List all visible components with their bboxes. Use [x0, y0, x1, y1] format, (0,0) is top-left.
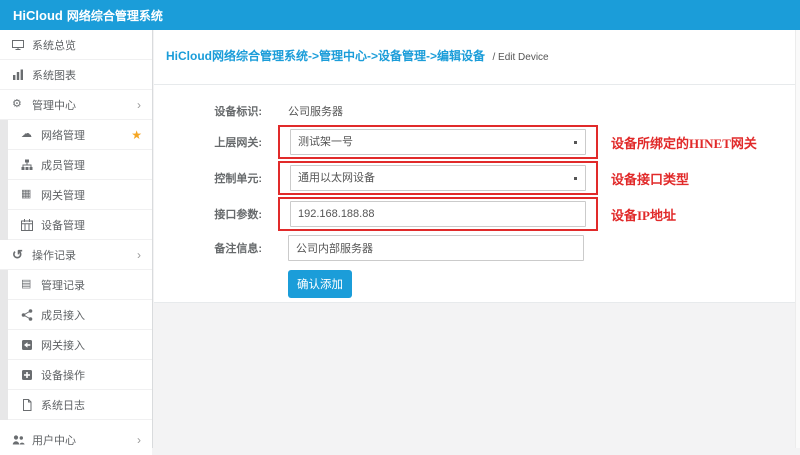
- device-id-label: 设备标识:: [154, 103, 262, 119]
- breadcrumb-suffix: / Edit Device: [492, 52, 548, 63]
- plus-square-icon: [21, 369, 36, 381]
- chevron-right-icon: ›: [137, 249, 141, 261]
- sidebar-item-system-charts[interactable]: 系统图表: [0, 60, 152, 90]
- upper-gateway-label: 上层网关:: [154, 134, 262, 150]
- brand-subtitle: 网络综合管理系统: [67, 9, 163, 23]
- highlight-box-interface-params: [278, 197, 598, 231]
- sidebar-item-label: 网络管理: [41, 127, 85, 143]
- annotation-upper-gateway: 设备所绑定的HINET网关: [611, 133, 757, 152]
- sidebar-item-system-logs[interactable]: 系统日志: [8, 390, 152, 420]
- main-area: HiCloud网络综合管理系统->管理中心->设备管理->编辑设备 / Edit…: [154, 30, 800, 448]
- sidebar-item-label: 网关管理: [41, 187, 85, 203]
- sidebar-nav: 系统总览 系统图表 ⚙ 管理中心 › ☁ 网络管理 ★ 成员管理 ▦ 网关管理: [0, 30, 153, 448]
- chevron-right-icon: ›: [137, 99, 141, 111]
- form-row-upper-gateway: 上层网关: 测试架一号 设备所绑定的HINET网关: [154, 125, 800, 159]
- device-id-value: 公司服务器: [288, 103, 343, 119]
- highlight-box-upper-gateway: 测试架一号: [278, 125, 598, 159]
- gears-icon: ⚙: [12, 99, 27, 110]
- sidebar-item-gateway-management[interactable]: ▦ 网关管理: [8, 180, 152, 210]
- interface-params-label: 接口参数:: [154, 206, 262, 222]
- cloud-icon: ☁: [21, 129, 36, 140]
- sidebar-item-device-operations[interactable]: 设备操作: [8, 360, 152, 390]
- sidebar-item-label: 系统日志: [41, 397, 85, 413]
- sidebar-item-label: 系统总览: [32, 37, 76, 53]
- sidebar-item-management-records[interactable]: ▤ 管理记录: [8, 270, 152, 300]
- form-row-remarks: 备注信息:: [154, 235, 800, 261]
- sidebar-item-label: 设备操作: [41, 367, 85, 383]
- sidebar-item-operation-records[interactable]: ↺ 操作记录 ›: [0, 240, 152, 270]
- control-unit-select[interactable]: 通用以太网设备: [290, 165, 586, 191]
- sidebar-item-member-access[interactable]: 成员接入: [8, 300, 152, 330]
- form-row-interface-params: 接口参数: 设备IP地址: [154, 197, 800, 231]
- star-icon: ★: [131, 129, 142, 141]
- sidebar-item-member-management[interactable]: 成员管理: [8, 150, 152, 180]
- app-brand[interactable]: HiCloud 网络综合管理系统: [0, 0, 800, 32]
- upper-gateway-select-wrap: 测试架一号: [290, 129, 586, 155]
- form-row-device-id: 设备标识: 公司服务器: [154, 98, 800, 124]
- sidebar-item-device-management[interactable]: 设备管理: [8, 210, 152, 240]
- sidebar-item-gateway-access[interactable]: 网关接入: [8, 330, 152, 360]
- sidebar-item-label: 系统图表: [32, 67, 76, 83]
- sitemap-icon: [21, 159, 36, 171]
- sidebar-item-label: 设备管理: [41, 217, 85, 233]
- sidebar-item-network-management[interactable]: ☁ 网络管理 ★: [8, 120, 152, 150]
- file-text-icon: ▤: [21, 279, 36, 290]
- control-unit-select-wrap: 通用以太网设备: [290, 165, 586, 191]
- breadcrumb-bar: HiCloud网络综合管理系统->管理中心->设备管理->编辑设备 / Edit…: [154, 30, 800, 85]
- sidebar-item-system-overview[interactable]: 系统总览: [0, 30, 152, 60]
- chevron-right-icon: ›: [137, 434, 141, 446]
- chart-icon: [12, 69, 27, 81]
- remarks-input[interactable]: [288, 235, 584, 261]
- sidebar-item-user-center[interactable]: 用户中心 ›: [0, 425, 152, 455]
- sidebar-item-label: 管理记录: [41, 277, 85, 293]
- control-unit-label: 控制单元:: [154, 170, 262, 186]
- calendar-icon: [21, 219, 36, 231]
- file-icon: [21, 399, 36, 411]
- brand-name: HiCloud: [13, 8, 63, 23]
- edit-device-form: 设备标识: 公司服务器 上层网关: 测试架一号 设备所绑定的HINET网关 控制…: [154, 85, 800, 303]
- sidebar-item-label: 成员管理: [41, 157, 85, 173]
- confirm-add-button[interactable]: 确认添加: [288, 270, 352, 298]
- annotation-control-unit: 设备接口类型: [611, 169, 689, 188]
- remarks-label: 备注信息:: [154, 240, 262, 256]
- operation-records-submenu: ▤ 管理记录 成员接入 网关接入 设备操作 系统日志: [0, 270, 152, 420]
- breadcrumb[interactable]: HiCloud网络综合管理系统->管理中心->设备管理->编辑设备: [166, 49, 485, 63]
- scrollbar-track[interactable]: [795, 30, 800, 448]
- share-icon: [21, 309, 36, 321]
- form-actions: 确认添加: [288, 270, 800, 298]
- upper-gateway-select[interactable]: 测试架一号: [290, 129, 586, 155]
- grid-icon: ▦: [21, 189, 36, 200]
- sidebar-item-label: 管理中心: [32, 97, 76, 113]
- annotation-interface-params: 设备IP地址: [611, 205, 676, 224]
- form-row-control-unit: 控制单元: 通用以太网设备 设备接口类型: [154, 161, 800, 195]
- highlight-box-control-unit: 通用以太网设备: [278, 161, 598, 195]
- users-icon: [12, 434, 27, 446]
- sidebar-item-label: 用户中心: [32, 432, 76, 448]
- interface-params-input[interactable]: [290, 201, 586, 227]
- sidebar-item-label: 操作记录: [32, 247, 76, 263]
- signin-icon: [21, 339, 36, 351]
- sidebar-item-label: 网关接入: [41, 337, 85, 353]
- monitor-icon: [12, 39, 27, 51]
- management-center-submenu: ☁ 网络管理 ★ 成员管理 ▦ 网关管理 设备管理: [0, 120, 152, 240]
- sidebar-item-management-center[interactable]: ⚙ 管理中心 ›: [0, 90, 152, 120]
- sidebar-item-label: 成员接入: [41, 307, 85, 323]
- history-icon: ↺: [12, 248, 27, 261]
- top-header: HiCloud 网络综合管理系统: [0, 0, 800, 30]
